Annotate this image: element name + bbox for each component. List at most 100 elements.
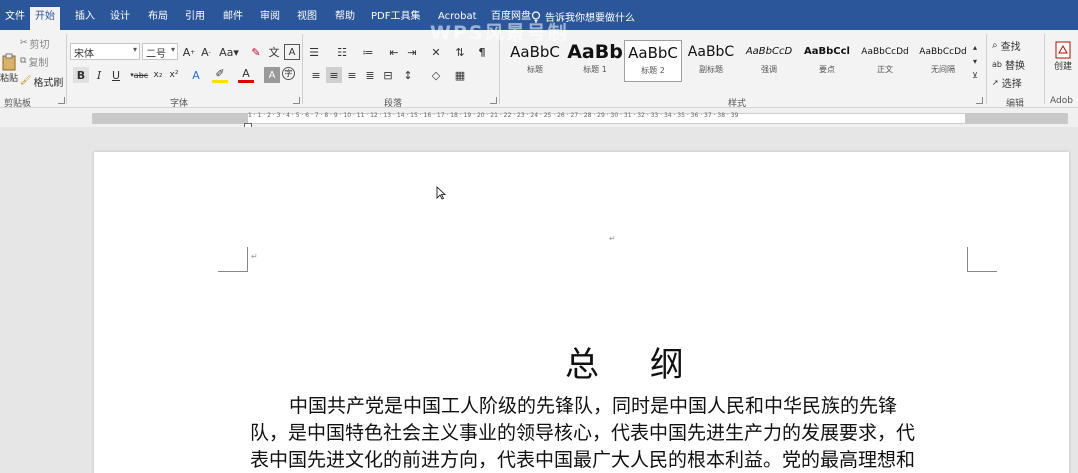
- style-strong[interactable]: AaBbCcl 要点: [798, 40, 856, 82]
- group-separator: [302, 34, 303, 104]
- style-heading-2[interactable]: AaBbC 标题 2: [624, 40, 682, 82]
- change-case-button[interactable]: Aa▾: [218, 44, 240, 60]
- gallery-more-icon[interactable]: ⊻: [970, 67, 980, 83]
- replace-button[interactable]: ab 替换: [992, 55, 1038, 73]
- style-name: 强调: [761, 65, 777, 74]
- tab-layout[interactable]: 布局: [143, 7, 173, 30]
- document-title[interactable]: 总 纲: [565, 337, 704, 386]
- style-emphasis[interactable]: AaBbCcD 强调: [740, 40, 798, 82]
- font-launcher-icon[interactable]: [293, 97, 300, 104]
- multilevel-list-icon[interactable]: ≔: [360, 44, 376, 60]
- shading-icon[interactable]: ◇: [428, 67, 444, 83]
- cut-label: 剪切: [29, 39, 50, 51]
- format-painter-button[interactable]: 🖌 格式刷: [20, 72, 63, 90]
- underline-button[interactable]: U: [108, 67, 124, 83]
- group-separator: [66, 34, 67, 104]
- style-heading-1[interactable]: AaBb 标题 1: [566, 40, 624, 82]
- font-color-icon[interactable]: A: [238, 67, 254, 83]
- highlight-icon[interactable]: ✐: [212, 67, 228, 83]
- tab-review[interactable]: 审阅: [255, 7, 285, 30]
- style-subtitle[interactable]: AaBbC 副标题: [682, 40, 740, 82]
- group-separator: [1044, 34, 1045, 104]
- paragraph-group-label: 段落: [384, 99, 403, 109]
- select-button[interactable]: ➚ 选择: [992, 73, 1038, 91]
- phonetic-guide-icon[interactable]: 文: [266, 44, 282, 60]
- word-window: 文件 开始 插入 设计 布局 引用 邮件 审阅 视图 帮助 PDF工具集 Acr…: [0, 0, 1078, 473]
- style-sample: AaBb: [567, 41, 623, 63]
- create-pdf-button[interactable]: 创建: [1048, 36, 1078, 76]
- sort-icon[interactable]: ⇅: [452, 44, 468, 60]
- borders-icon[interactable]: ▦: [452, 67, 468, 83]
- tab-references[interactable]: 引用: [180, 7, 210, 30]
- styles-group-label: 样式: [728, 99, 747, 109]
- crop-mark-top-left: [218, 247, 248, 272]
- paragraph-line[interactable]: 队，是中国特色社会主义事业的领导核心，代表中国先进生产力的发展要求，代: [250, 420, 970, 446]
- style-sample: AaBbC: [628, 44, 678, 62]
- paragraph-mark-icon: ↵: [251, 252, 258, 261]
- grow-font-button[interactable]: A +: [181, 44, 197, 60]
- style-name: 要点: [819, 65, 835, 74]
- tab-view[interactable]: 视图: [292, 7, 322, 30]
- tab-help[interactable]: 帮助: [330, 7, 360, 30]
- italic-button[interactable]: I: [91, 67, 107, 83]
- copy-button[interactable]: ⧉ 复制: [20, 52, 62, 70]
- chevron-down-icon: ▾: [170, 45, 175, 54]
- tab-design[interactable]: 设计: [105, 7, 135, 30]
- clipboard-group-label: 剪贴板: [4, 99, 32, 109]
- bullets-icon[interactable]: ☰: [306, 44, 322, 60]
- style-title[interactable]: AaBbC 标题: [506, 40, 564, 82]
- style-name: 无间隔: [931, 65, 955, 74]
- font-name-value: 宋体: [74, 49, 94, 60]
- clear-format-icon[interactable]: ✎: [248, 44, 264, 60]
- decrease-indent-icon[interactable]: ⇤: [386, 44, 402, 60]
- increase-indent-icon[interactable]: ⇥: [404, 44, 420, 60]
- tab-file[interactable]: 文件: [0, 7, 30, 30]
- font-size-combo[interactable]: 二号 ▾: [142, 43, 178, 60]
- char-border-icon[interactable]: A: [284, 44, 300, 60]
- ruler-numbers: 1 · 1 · 2 · 3 · 4 · 5 · 6 · 7 · 8 · 9 · …: [248, 112, 739, 119]
- select-label: 选择: [1001, 78, 1022, 90]
- align-left-icon[interactable]: ≡: [308, 67, 324, 83]
- styles-launcher-icon[interactable]: [976, 97, 983, 104]
- style-sample: AaBbC: [687, 44, 735, 60]
- chinese-layout-icon[interactable]: ✕: [428, 44, 444, 60]
- paste-button[interactable]: 粘贴: [0, 48, 18, 88]
- paragraph-line[interactable]: 中国共产党是中国工人阶级的先锋队，同时是中国人民和中华民族的先锋: [289, 393, 1009, 419]
- clipboard-launcher-icon[interactable]: [58, 97, 65, 104]
- watermark: WPS风景号制: [430, 22, 569, 44]
- text-effects-icon[interactable]: A: [188, 67, 204, 83]
- scissors-icon: ✂: [20, 38, 28, 48]
- line-spacing-icon[interactable]: ↕: [400, 67, 416, 83]
- tab-mailings[interactable]: 邮件: [218, 7, 248, 30]
- distributed-icon[interactable]: ⊟: [380, 67, 396, 83]
- align-center-icon[interactable]: ≡: [326, 67, 342, 83]
- chevron-down-icon: ▾: [132, 45, 137, 54]
- shrink-font-button[interactable]: A-: [198, 44, 214, 60]
- show-marks-icon[interactable]: ¶: [474, 44, 490, 60]
- strikethrough-button[interactable]: abc: [133, 67, 149, 83]
- tab-insert[interactable]: 插入: [70, 7, 100, 30]
- cut-button[interactable]: ✂ 剪切: [20, 34, 62, 52]
- font-name-combo[interactable]: 宋体 ▾: [70, 43, 140, 60]
- adobe-pdf-icon: [1055, 41, 1071, 58]
- numbering-icon[interactable]: ☷: [334, 44, 350, 60]
- paintbrush-icon: 🖌: [20, 76, 32, 86]
- tab-pdf-tools[interactable]: PDF工具集: [366, 7, 425, 30]
- justify-icon[interactable]: ≣: [362, 67, 378, 83]
- paragraph-line[interactable]: 表中国先进文化的前进方向，代表中国最广大人民的根本利益。党的最高理想和: [250, 447, 970, 473]
- tab-home[interactable]: 开始: [30, 7, 60, 30]
- bold-button[interactable]: B: [73, 67, 89, 83]
- enclosed-char-icon[interactable]: 字: [282, 67, 295, 80]
- find-button[interactable]: ⌕ 查找: [992, 36, 1038, 54]
- char-shading-icon[interactable]: A: [264, 67, 280, 83]
- subscript-button[interactable]: x₂: [150, 67, 166, 83]
- style-no-spacing[interactable]: AaBbCcDd 无间隔: [914, 40, 972, 82]
- superscript-button[interactable]: x²: [166, 67, 182, 83]
- ruler-left-margin: [93, 113, 248, 124]
- align-right-icon[interactable]: ≡: [344, 67, 360, 83]
- styles-gallery: AaBbC 标题 AaBb 标题 1 AaBbC 标题 2 AaBbC 副标题 …: [504, 35, 980, 87]
- paragraph-launcher-icon[interactable]: [490, 97, 497, 104]
- style-normal[interactable]: AaBbCcDd 正文: [856, 40, 914, 82]
- style-name: 正文: [877, 65, 893, 74]
- horizontal-ruler[interactable]: 1 · 1 · 2 · 3 · 4 · 5 · 6 · 7 · 8 · 9 · …: [0, 109, 1078, 128]
